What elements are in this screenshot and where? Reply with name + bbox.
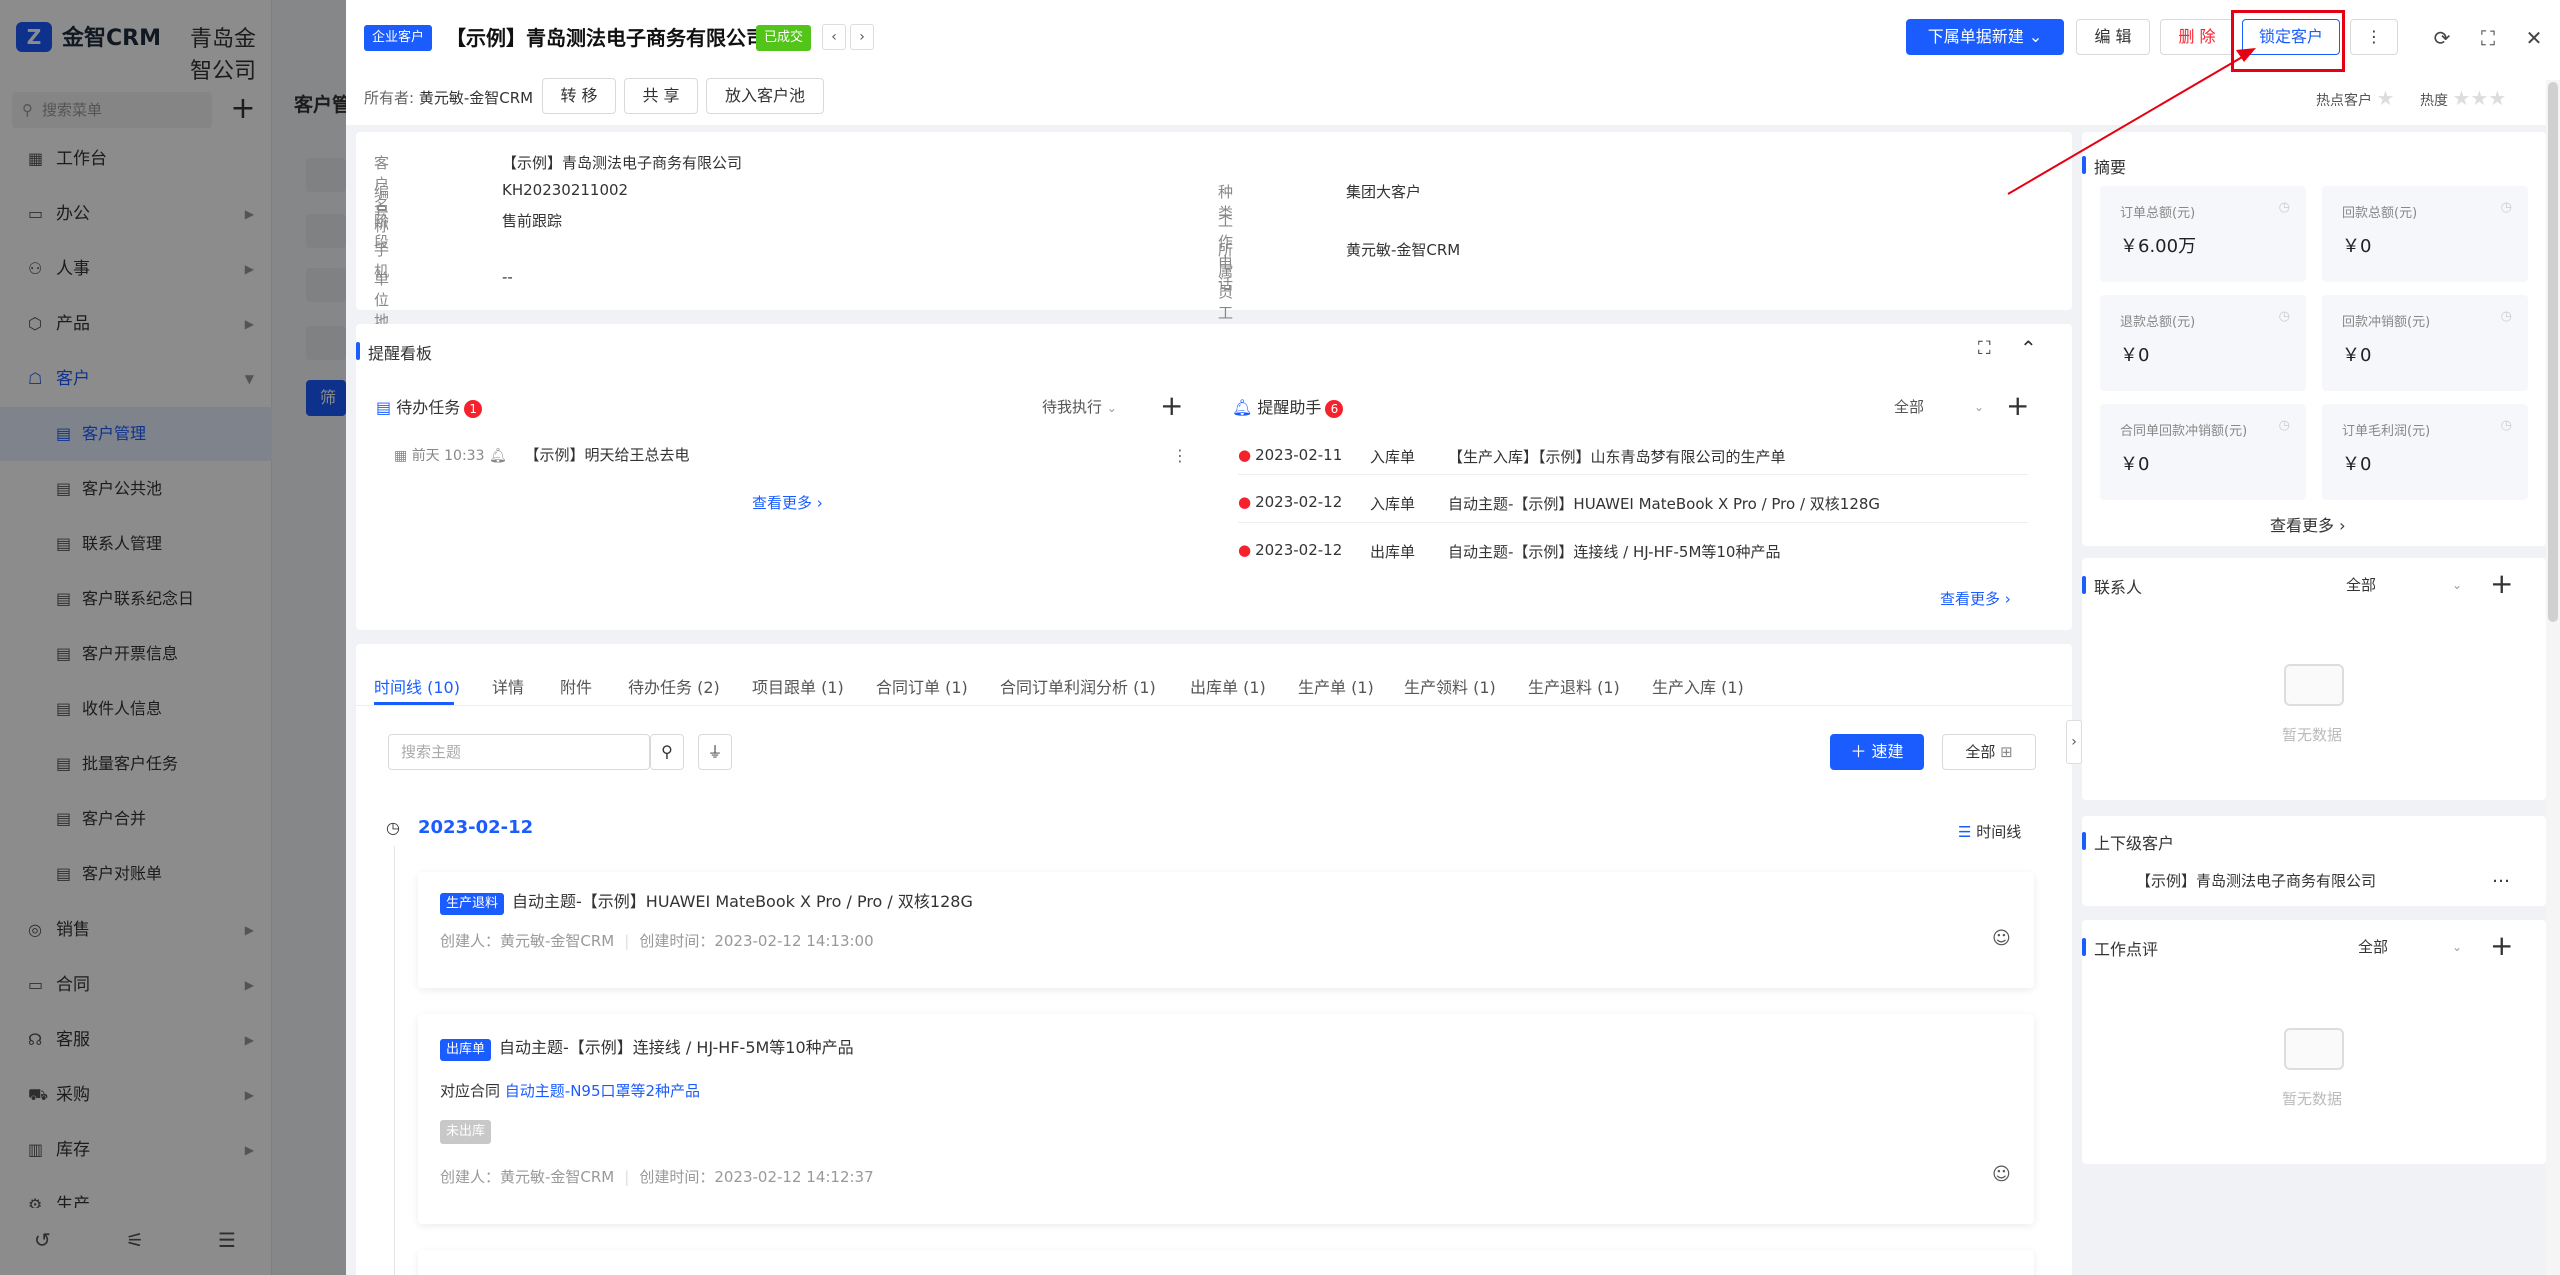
annotation-arrow — [2007, 48, 2256, 195]
